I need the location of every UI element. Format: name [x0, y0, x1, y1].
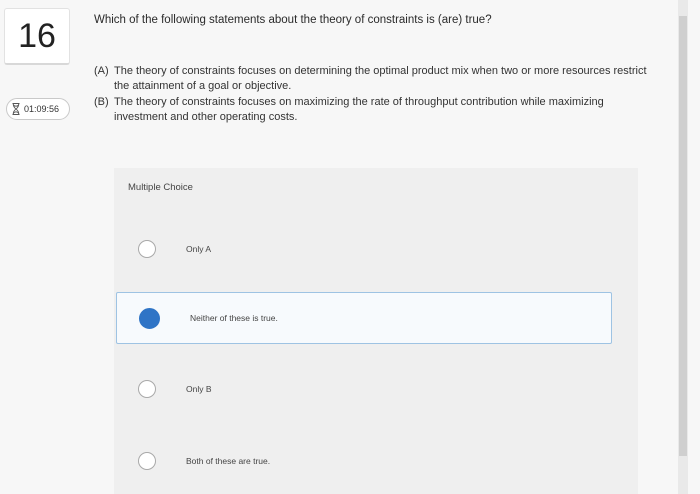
question-prompt: Which of the following statements about … — [94, 14, 492, 26]
option-only-b[interactable]: Only B — [114, 364, 610, 414]
statement-tag: (B) — [94, 96, 109, 108]
statement-tag: (A) — [94, 65, 109, 77]
option-neither[interactable]: Neither of these is true. — [116, 292, 612, 344]
multiple-choice-label: Multiple Choice — [128, 182, 193, 193]
statement-text: The theory of constraints focuses on max… — [114, 96, 604, 123]
timer-text: 01:09:56 — [24, 104, 60, 114]
option-label: Only A — [186, 244, 212, 254]
question-area: Which of the following statements about … — [94, 0, 670, 494]
statement-a: (A) The theory of constraints focuses on… — [94, 64, 654, 94]
statements-list: (A) The theory of constraints focuses on… — [94, 64, 654, 126]
scrollbar[interactable] — [678, 0, 688, 494]
scrollbar-thumb[interactable] — [679, 16, 687, 456]
left-rail: 16 01:09:56 — [0, 0, 78, 494]
option-both[interactable]: Both of these are true. — [114, 436, 610, 486]
option-label: Both of these are true. — [186, 456, 271, 466]
option-label: Neither of these is true. — [190, 313, 278, 323]
hourglass-icon — [12, 103, 20, 115]
statement-b: (B) The theory of constraints focuses on… — [94, 95, 654, 125]
radio-button[interactable] — [138, 240, 156, 258]
radio-button-selected[interactable] — [139, 307, 160, 329]
option-only-a[interactable]: Only A — [114, 224, 610, 274]
timer-badge[interactable]: 01:09:56 — [6, 98, 70, 120]
radio-button[interactable] — [138, 380, 156, 398]
option-label: Only B — [186, 384, 212, 394]
radio-button[interactable] — [138, 452, 156, 470]
multiple-choice-panel: Multiple Choice Only A Neither of these … — [114, 168, 638, 494]
question-number: 16 — [4, 8, 70, 65]
statement-text: The theory of constraints focuses on det… — [114, 65, 647, 92]
